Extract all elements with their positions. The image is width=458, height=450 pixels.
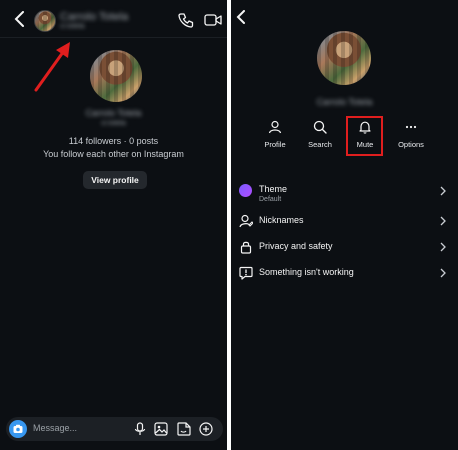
profile-name: Carrolo Totela bbox=[85, 108, 142, 118]
action-search[interactable]: Search bbox=[298, 118, 342, 149]
action-label: Profile bbox=[264, 140, 286, 149]
person-icon bbox=[268, 120, 282, 134]
message-composer[interactable]: Message... bbox=[6, 417, 223, 441]
details-panel: Carrolo Totela Profile Search Mute Optio… bbox=[231, 0, 458, 450]
header-subtext: cr.totela bbox=[60, 23, 85, 30]
menu-item-report-problem[interactable]: Something isn't working bbox=[231, 263, 458, 285]
theme-dot-icon bbox=[239, 184, 252, 197]
back-arrow-icon[interactable] bbox=[235, 10, 247, 24]
menu-label: Something isn't working bbox=[259, 267, 354, 277]
action-label: Search bbox=[308, 140, 332, 149]
header-name[interactable]: Carrolo Totela bbox=[60, 11, 128, 23]
menu-label: Privacy and safety bbox=[259, 241, 333, 251]
header-avatar[interactable] bbox=[34, 10, 56, 32]
person-tag-icon bbox=[239, 214, 253, 228]
alert-icon bbox=[239, 266, 253, 280]
video-call-icon[interactable] bbox=[204, 12, 222, 28]
annotation-arrow bbox=[34, 42, 70, 92]
view-profile-button[interactable]: View profile bbox=[83, 171, 147, 189]
more-icon bbox=[405, 125, 417, 129]
chevron-right-icon bbox=[440, 186, 446, 196]
menu-sublabel: Default bbox=[259, 196, 282, 203]
action-label: Options bbox=[398, 140, 424, 149]
action-profile[interactable]: Profile bbox=[253, 118, 297, 149]
action-options[interactable]: Options bbox=[389, 118, 433, 149]
microphone-icon[interactable] bbox=[133, 422, 147, 436]
camera-icon bbox=[13, 424, 23, 433]
profile-name: Carrolo Totela bbox=[316, 97, 373, 107]
chevron-right-icon bbox=[440, 242, 446, 252]
mute-highlight-box bbox=[346, 116, 383, 156]
menu-item-privacy[interactable]: Privacy and safety bbox=[231, 237, 458, 259]
chat-panel: Carrolo Totela cr.totela Carrolo Totela … bbox=[0, 0, 227, 450]
lock-icon bbox=[240, 241, 252, 254]
menu-label: Theme bbox=[259, 184, 288, 194]
add-circle-icon[interactable] bbox=[199, 422, 213, 436]
profile-avatar[interactable] bbox=[317, 31, 371, 85]
sticker-icon[interactable] bbox=[177, 422, 191, 436]
profile-username: cr.totela bbox=[101, 120, 126, 127]
chevron-right-icon bbox=[440, 268, 446, 278]
camera-button[interactable] bbox=[9, 420, 27, 438]
follower-stats: 114 followers · 0 posts bbox=[68, 136, 159, 146]
chevron-right-icon bbox=[440, 216, 446, 226]
search-icon bbox=[313, 120, 327, 134]
mutual-follow-text: You follow each other on Instagram bbox=[43, 149, 184, 159]
menu-item-nicknames[interactable]: Nicknames bbox=[231, 211, 458, 233]
menu-item-theme[interactable]: Theme Default bbox=[231, 180, 458, 206]
profile-avatar[interactable] bbox=[90, 50, 142, 102]
message-input[interactable]: Message... bbox=[33, 423, 77, 433]
menu-label: Nicknames bbox=[259, 215, 304, 225]
phone-call-icon[interactable] bbox=[178, 12, 194, 28]
back-arrow-icon[interactable] bbox=[13, 11, 27, 27]
gallery-icon[interactable] bbox=[154, 422, 168, 436]
